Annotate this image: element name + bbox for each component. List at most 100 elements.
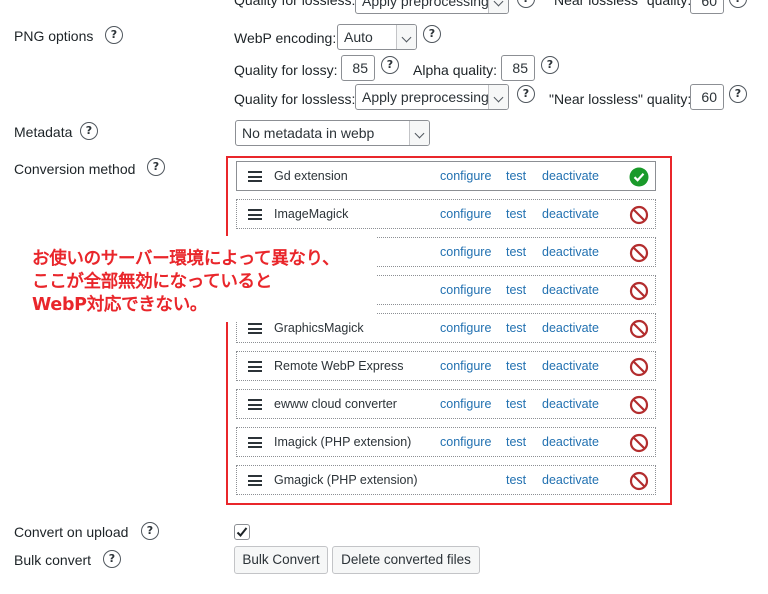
no-entry-icon (629, 471, 649, 491)
no-entry-icon (629, 433, 649, 453)
top-lossless-select[interactable]: Apply preprocessing (355, 0, 509, 14)
no-entry-icon (629, 243, 649, 263)
help-icon[interactable]: ? (541, 56, 559, 74)
annotation-line: お使いのサーバー環境によって異なり、 (32, 249, 340, 269)
test-link[interactable]: test (506, 359, 526, 373)
alpha-quality-label: Alpha quality: (413, 62, 498, 78)
top-near-label: "Near lossless" quality: (549, 0, 692, 8)
conversion-method-row[interactable]: ImageMagick configure test deactivate (236, 199, 656, 229)
quality-lossless-label: Quality for lossless: (234, 91, 356, 107)
near-lossless-label: "Near lossless" quality: (549, 91, 692, 107)
test-link[interactable]: test (506, 397, 526, 411)
test-link[interactable]: test (506, 473, 526, 487)
conversion-method-name: Gd extension (274, 169, 348, 183)
configure-link[interactable]: configure (440, 283, 491, 297)
configure-link[interactable]: configure (440, 397, 491, 411)
deactivate-link[interactable]: deactivate (542, 321, 599, 335)
delete-converted-files-button[interactable]: Delete converted files (332, 546, 480, 574)
deactivate-link[interactable]: deactivate (542, 207, 599, 221)
help-icon[interactable]: ? (147, 158, 165, 176)
conversion-method-row[interactable]: Gd extension configure test deactivate (236, 161, 656, 191)
test-link[interactable]: test (506, 245, 526, 259)
webp-encoding-value: Auto (344, 29, 373, 45)
deactivate-link[interactable]: deactivate (542, 473, 599, 487)
deactivate-link[interactable]: deactivate (542, 245, 599, 259)
no-entry-icon (629, 281, 649, 301)
conversion-method-row[interactable]: Imagick (PHP extension) configure test deac… (236, 427, 656, 457)
quality-lossy-label: Quality for lossy: (234, 62, 338, 78)
help-icon[interactable]: ? (729, 0, 747, 8)
help-icon[interactable]: ? (423, 25, 441, 43)
convert-on-upload-label: Convert on upload (14, 524, 129, 540)
configure-link[interactable]: configure (440, 435, 491, 449)
checkmark-icon (236, 527, 248, 537)
conversion-method-name: Gmagick (PHP extension) (274, 473, 418, 487)
no-entry-icon (629, 357, 649, 377)
metadata-select[interactable]: No metadata in webp (235, 120, 430, 146)
annotation-line: ここが全部無効になっていると (32, 272, 272, 292)
quality-lossless-value: Apply preprocessing (362, 89, 489, 105)
conversion-method-label: Conversion method (14, 161, 136, 177)
annotation-line: WebP対応できない。 (32, 295, 208, 315)
conversion-method-name: ImageMagick (274, 207, 349, 221)
drag-handle-icon[interactable] (248, 437, 262, 448)
bulk-convert-button[interactable]: Bulk Convert (234, 546, 328, 574)
test-link[interactable]: test (506, 435, 526, 449)
deactivate-link[interactable]: deactivate (542, 359, 599, 373)
no-entry-icon (629, 319, 649, 339)
deactivate-link[interactable]: deactivate (542, 283, 599, 297)
conversion-method-name: ewww cloud converter (274, 397, 397, 411)
conversion-method-row[interactable]: Remote WebP Express configure test deactiva… (236, 351, 656, 381)
help-icon[interactable]: ? (517, 0, 535, 8)
help-icon[interactable]: ? (517, 85, 535, 103)
drag-handle-icon[interactable] (248, 361, 262, 372)
chevron-down-icon (409, 121, 429, 145)
conversion-method-row[interactable]: Gmagick (PHP extension) test deactivate (236, 465, 656, 495)
annotation-callout: お使いのサーバー環境によって異なり、 ここが全部無効になっていると WebP対応… (24, 236, 376, 322)
configure-link[interactable]: configure (440, 359, 491, 373)
quality-lossy-input[interactable]: 85 (341, 55, 375, 81)
configure-link[interactable]: configure (440, 207, 491, 221)
no-entry-icon (629, 395, 649, 415)
help-icon[interactable]: ? (141, 522, 159, 540)
chevron-down-icon (396, 25, 416, 49)
drag-handle-icon[interactable] (248, 171, 262, 182)
deactivate-link[interactable]: deactivate (542, 435, 599, 449)
top-lossless-label: Quality for lossless: (234, 0, 356, 8)
configure-link[interactable]: configure (440, 169, 491, 183)
conversion-method-name: Imagick (PHP extension) (274, 435, 412, 449)
convert-on-upload-checkbox[interactable] (234, 524, 250, 540)
conversion-method-name: GraphicsMagick (274, 321, 364, 335)
webp-encoding-select[interactable]: Auto (337, 24, 417, 50)
deactivate-link[interactable]: deactivate (542, 169, 599, 183)
test-link[interactable]: test (506, 321, 526, 335)
test-link[interactable]: test (506, 283, 526, 297)
webp-encoding-label: WebP encoding: (234, 30, 337, 46)
png-options-label: PNG options (14, 28, 94, 44)
conversion-method-row[interactable]: ewww cloud converter configure test deactiv… (236, 389, 656, 419)
configure-link[interactable]: configure (440, 321, 491, 335)
chevron-down-icon (488, 85, 508, 109)
bulk-convert-label: Bulk convert (14, 552, 92, 568)
drag-handle-icon[interactable] (248, 475, 262, 486)
metadata-value: No metadata in webp (242, 125, 375, 141)
configure-link[interactable]: configure (440, 245, 491, 259)
quality-lossless-select[interactable]: Apply preprocessing (355, 84, 509, 110)
help-icon[interactable]: ? (80, 122, 98, 140)
metadata-label: Metadata (14, 124, 73, 140)
deactivate-link[interactable]: deactivate (542, 397, 599, 411)
near-lossless-input[interactable]: 60 (690, 84, 724, 110)
alpha-quality-input[interactable]: 85 (501, 55, 535, 81)
drag-handle-icon[interactable] (248, 209, 262, 220)
top-lossless-value: Apply preprocessing (362, 0, 489, 9)
test-link[interactable]: test (506, 207, 526, 221)
help-icon[interactable]: ? (381, 56, 399, 74)
top-near-input[interactable]: 60 (690, 0, 724, 14)
drag-handle-icon[interactable] (248, 323, 262, 334)
help-icon[interactable]: ? (103, 550, 121, 568)
help-icon[interactable]: ? (105, 26, 123, 44)
test-link[interactable]: test (506, 169, 526, 183)
no-entry-icon (629, 205, 649, 225)
help-icon[interactable]: ? (729, 85, 747, 103)
drag-handle-icon[interactable] (248, 399, 262, 410)
